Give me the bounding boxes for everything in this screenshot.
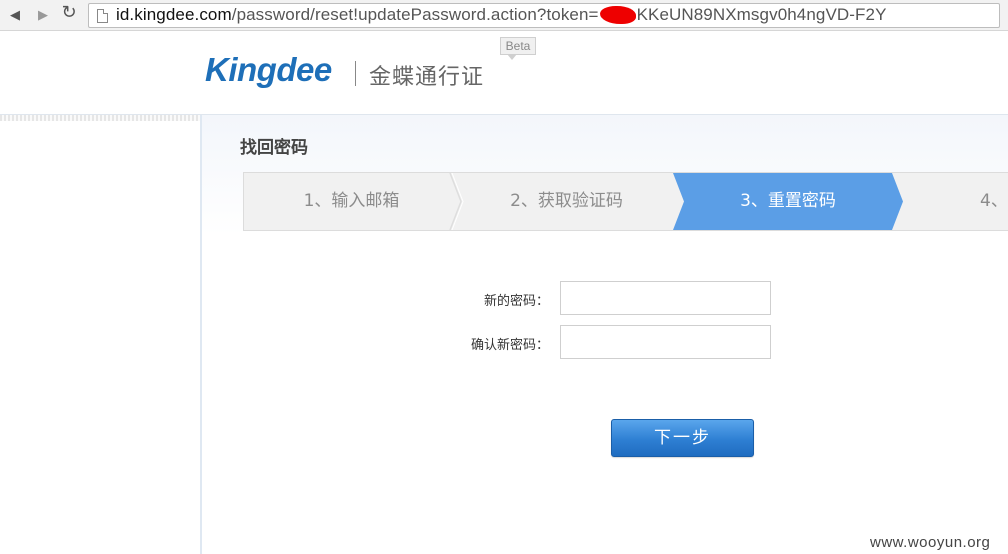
reload-icon[interactable]: ↻ xyxy=(60,2,78,23)
page-title: 找回密码 xyxy=(240,138,308,158)
page-icon xyxy=(97,9,108,23)
left-sidebar xyxy=(0,115,200,554)
new-password-label: 新的密码： xyxy=(483,294,549,309)
new-password-input[interactable] xyxy=(560,281,771,315)
step-2: 2、获取验证码 xyxy=(510,191,623,211)
confirm-password-input[interactable] xyxy=(560,325,771,359)
beta-badge: Beta xyxy=(500,37,536,60)
back-arrow-icon[interactable]: ◀ xyxy=(6,6,24,24)
step-3-active: 3、重置密码 xyxy=(740,191,836,211)
watermark: www.wooyun.org xyxy=(870,534,991,551)
confirm-password-label: 确认新密码： xyxy=(470,338,549,353)
sidebar-pattern xyxy=(0,115,200,121)
logo-divider xyxy=(355,61,356,86)
browser-toolbar: ◀ ▶ ↻ id.kingdee.com/password/reset!upda… xyxy=(0,0,1008,31)
step-progress: 1、输入邮箱 2、获取验证码 3、重置密码 4、 xyxy=(243,172,1008,231)
logo-subtitle: 金蝶通行证 xyxy=(369,65,485,90)
url-text: id.kingdee.com/password/reset!updatePass… xyxy=(116,5,887,25)
redaction-mark xyxy=(599,6,636,24)
main-content: 找回密码 1、输入邮箱 2、获取验证码 3、重置密码 4、 新的密码： 确认新密… xyxy=(202,115,1008,554)
url-host: id.kingdee.com xyxy=(116,5,232,24)
url-token-tail: KKeUN89NXmsgv0h4ngVD-F2Y xyxy=(636,5,887,24)
url-path: /password/reset!updatePassword.action?to… xyxy=(231,5,599,24)
forward-arrow-icon[interactable]: ▶ xyxy=(34,6,52,24)
step-4: 4、 xyxy=(980,191,1008,211)
site-header: Kingdee 金蝶通行证 Beta xyxy=(0,31,1008,115)
kingdee-logo[interactable]: Kingdee xyxy=(205,51,332,89)
next-step-button[interactable]: 下一步 xyxy=(611,419,754,457)
address-bar[interactable]: id.kingdee.com/password/reset!updatePass… xyxy=(88,3,1000,28)
step-1: 1、输入邮箱 xyxy=(303,191,400,211)
